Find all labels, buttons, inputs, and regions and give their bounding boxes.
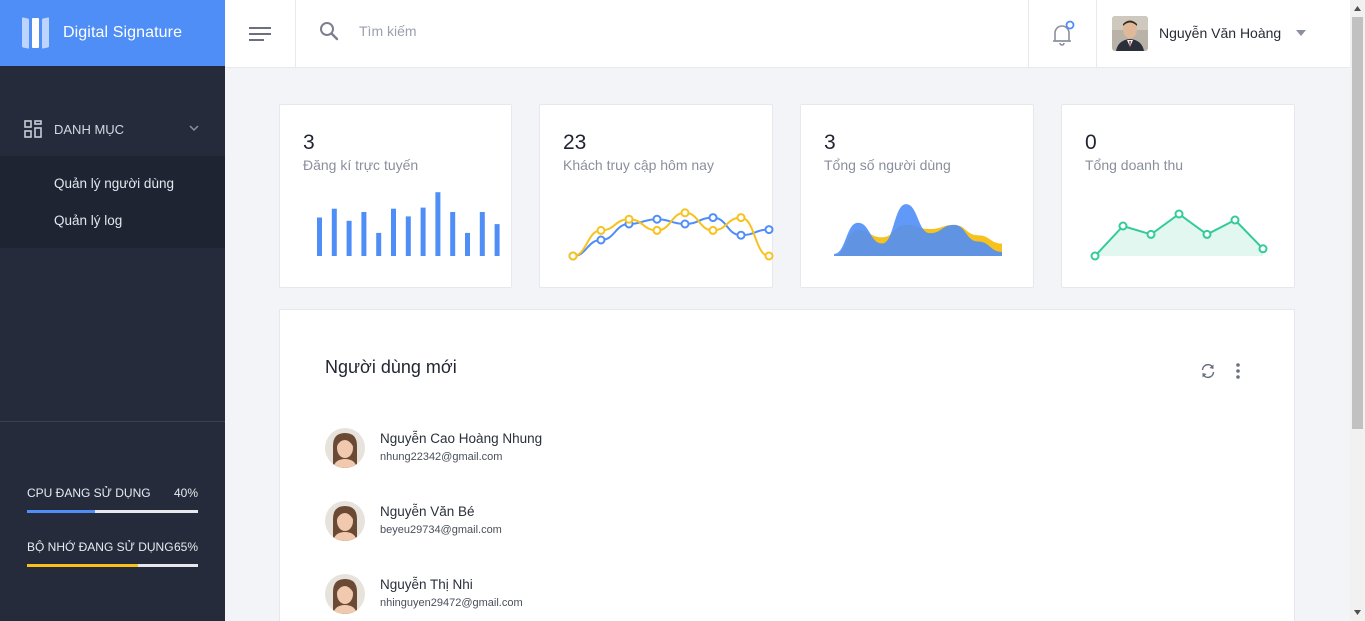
new-users-panel: Người dùng mới Nguyễn Cao Hoàng Nhung nh…: [279, 309, 1295, 621]
chart-point: [764, 225, 774, 235]
chart-point: [708, 213, 718, 223]
chart-bar: [346, 220, 352, 256]
cpu-usage-label: CPU ĐANG SỬ DỤNG: [27, 486, 151, 500]
refresh-icon[interactable]: [1199, 362, 1217, 380]
sidebar-submenu: Quản lý người dùng Quản lý log: [0, 156, 225, 248]
avatar: [325, 501, 365, 541]
user-name: Nguyễn Văn Hoàng: [1159, 25, 1282, 41]
chart-point: [1230, 215, 1240, 225]
avatar: [325, 428, 365, 468]
chart-point: [596, 235, 606, 245]
chevron-down-icon: [189, 125, 199, 132]
chart-bar: [405, 216, 411, 256]
stat-card-revenue: 0 Tổng doanh thu: [1061, 104, 1295, 288]
list-item[interactable]: Nguyễn Văn Bé beyeu29734@gmail.com: [325, 501, 825, 543]
cpu-usage-bar: [27, 510, 198, 513]
notifications-button[interactable]: [1028, 0, 1097, 67]
chart-point: [1090, 251, 1100, 261]
user-avatar: [1112, 15, 1148, 51]
memory-usage-value: 65%: [173, 540, 198, 554]
cpu-usage-bar-fill: [27, 510, 96, 513]
memory-usage-bar-fill: [27, 564, 139, 567]
more-vertical-icon[interactable]: [1234, 361, 1242, 381]
chart-bar: [450, 212, 456, 256]
grid-icon: [24, 120, 42, 138]
memory-usage-label: BỘ NHỚ ĐANG SỬ DỤNG: [27, 540, 174, 554]
avatar: [325, 574, 365, 614]
sidebar-section-danh-muc[interactable]: DANH MỤC: [0, 108, 225, 150]
cpu-usage-value: 40%: [173, 486, 198, 500]
chart-bar: [331, 208, 337, 256]
chart-point: [596, 225, 606, 235]
chart-point: [736, 230, 746, 240]
stat-card-registrations: 3 Đăng kí trực tuyến: [279, 104, 512, 288]
chart-point: [1118, 221, 1128, 231]
cpu-usage-stat: CPU ĐANG SỬ DỤNG 40%: [27, 486, 198, 500]
visitors-line-chart: [568, 208, 774, 261]
sidebar-item-users[interactable]: Quản lý người dùng: [54, 176, 174, 191]
chart-point: [1258, 244, 1268, 254]
chart-bar: [420, 207, 426, 256]
user-list-name: Nguyễn Văn Bé: [380, 504, 475, 519]
chart-point: [652, 225, 662, 235]
brand-title: Digital Signature: [63, 24, 183, 41]
search-icon[interactable]: [319, 21, 339, 41]
sidebar-divider: [0, 421, 225, 422]
registrations-bar-chart: [317, 192, 500, 256]
topbar: Nguyễn Văn Hoàng: [225, 0, 1350, 68]
stat-card-visitors: 23 Khách truy cập hôm nay: [539, 104, 774, 288]
chart-bar: [494, 224, 500, 256]
chart-bar: [465, 232, 470, 256]
page-scrollbar[interactable]: [1350, 0, 1365, 621]
user-list-email: beyeu29734@gmail.com: [380, 524, 502, 536]
stat-card-users: 3 Tổng số người dùng: [800, 104, 1034, 288]
chart-point: [652, 214, 662, 224]
panel-title: Người dùng mới: [325, 357, 457, 377]
chart-bar: [376, 232, 382, 256]
caret-down-icon: [1296, 30, 1307, 36]
user-list-email: nhinguyen29472@gmail.com: [380, 597, 523, 609]
search-input[interactable]: [359, 19, 859, 43]
chart-point: [680, 208, 690, 218]
memory-usage-stat: BỘ NHỚ ĐANG SỬ DỤNG 65%: [27, 540, 198, 554]
chart-point: [568, 251, 578, 261]
list-item[interactable]: Nguyễn Thị Nhi nhinguyen29472@gmail.com: [325, 574, 825, 616]
chart-point: [1146, 229, 1156, 239]
chart-point: [624, 214, 634, 224]
users-area-chart: [834, 204, 1002, 256]
chart-point: [708, 225, 718, 235]
user-list-name: Nguyễn Thị Nhi: [380, 577, 473, 592]
chart-bar: [479, 212, 485, 256]
chart-point: [764, 251, 774, 261]
brand-logo-icon: [22, 17, 50, 49]
hamburger-icon: [249, 26, 271, 41]
user-list-name: Nguyễn Cao Hoàng Nhung: [380, 431, 543, 446]
user-list-email: nhung22342@gmail.com: [380, 451, 503, 463]
chart-point: [736, 213, 746, 223]
sidebar-item-log[interactable]: Quản lý log: [54, 213, 122, 228]
menu-toggle-button[interactable]: [225, 0, 296, 67]
scroll-up-arrow-icon[interactable]: [1353, 4, 1362, 13]
list-item[interactable]: Nguyễn Cao Hoàng Nhung nhung22342@gmail.…: [325, 428, 825, 470]
chart-point: [680, 219, 690, 229]
scrollbar-thumb[interactable]: [1352, 17, 1363, 429]
chart-bar: [317, 217, 322, 256]
chart-bar: [435, 192, 441, 256]
chart-bar: [361, 212, 367, 256]
user-menu[interactable]: Nguyễn Văn Hoàng: [1112, 15, 1307, 51]
revenue-line-chart: [1090, 209, 1268, 261]
bell-icon: [1052, 20, 1074, 46]
memory-usage-bar: [27, 564, 198, 567]
chart-point: [1202, 229, 1212, 239]
scroll-down-arrow-icon[interactable]: [1353, 608, 1362, 617]
sidebar: Digital Signature DANH MỤC Quản lý người…: [0, 0, 225, 621]
chart-bar: [391, 208, 396, 256]
sidebar-section-label: DANH MỤC: [54, 121, 125, 137]
chart-point: [1174, 209, 1184, 219]
brand-header[interactable]: Digital Signature: [0, 0, 225, 66]
chart-area: [834, 204, 1002, 256]
